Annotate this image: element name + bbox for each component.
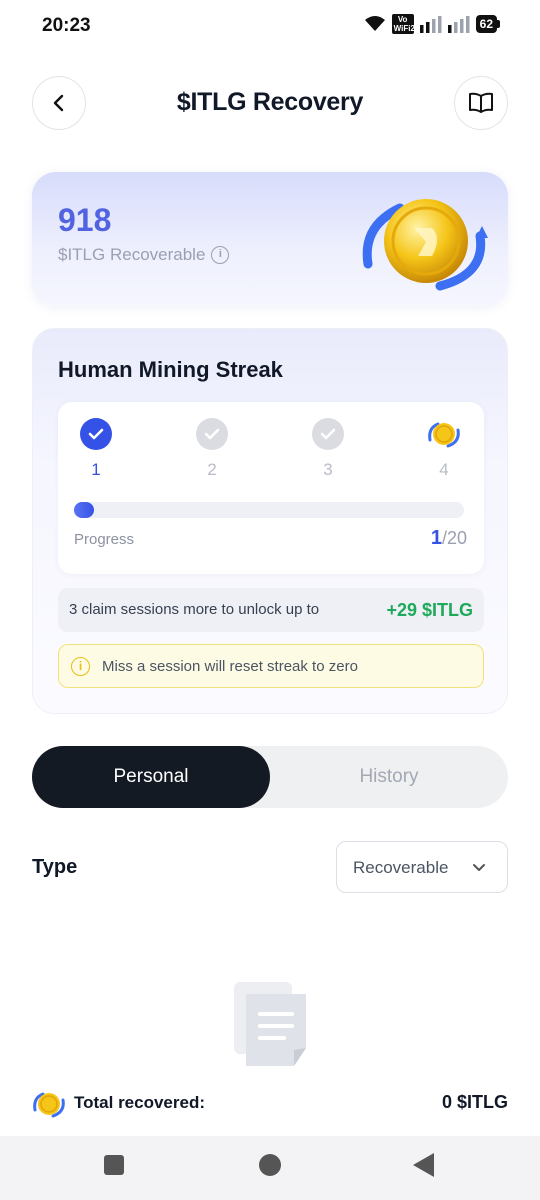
signal-icon [419,16,442,33]
status-bar: 20:23 Vo WiFi2 62 [0,0,540,52]
check-icon [196,418,228,450]
streak-progress-bar [74,502,464,518]
streak-progress-fill [74,502,94,518]
system-nav-bar [0,1136,540,1200]
volte-line2: WiFi2 [393,24,415,33]
streak-warning: i Miss a session will reset streak to ze… [58,644,484,688]
wifi-icon [364,16,385,31]
chevron-down-icon [473,864,485,871]
status-icons: Vo WiFi2 62 [364,14,500,34]
unlock-reward: +29 $ITLG [386,600,473,620]
check-icon [312,418,344,450]
coin-icon [33,1092,65,1118]
volte-badge: Vo WiFi2 [391,14,415,34]
chevron-left-icon [53,94,64,112]
total-value: 0 $ITLG [441,1092,508,1112]
step-number: 1 [91,460,101,479]
total-recovered-row: Total recovered: 0 $ITLG [0,1082,540,1126]
recoverable-label: $ITLG Recoverable [58,245,206,264]
unlock-text: 3 claim sessions more to unlock up to [69,601,320,618]
tab-personal[interactable]: Personal [32,746,270,808]
progress-value: 1/20 [431,527,467,550]
coin-recovery-icon [362,199,488,291]
progress-label: Progress [74,531,135,548]
page-title: $ITLG Recovery [176,88,364,116]
step-number: 3 [323,460,333,479]
streak-step-1: 1 [76,418,116,480]
recents-icon[interactable] [104,1155,124,1175]
progress-current: 1 [430,527,442,549]
signal-icon-2 [447,16,470,33]
streak-step-2: 2 [192,418,232,480]
battery-icon: 62 [475,15,500,33]
progress-total: /20 [441,528,467,548]
tab-switcher: Personal History [32,746,508,808]
recoverable-card: 918 $ITLG Recoverable i [32,172,508,306]
back-button[interactable] [32,76,86,130]
tab-history[interactable]: History [270,746,508,808]
check-icon [80,418,112,450]
type-label: Type [32,856,78,878]
streak-step-4: 4 [424,418,464,480]
home-icon[interactable] [259,1154,281,1176]
guide-button[interactable] [454,76,508,130]
streak-title: Human Mining Streak [58,357,283,382]
step-number: 4 [439,460,449,479]
recoverable-label-row: $ITLG Recoverable i [58,245,230,265]
battery-tip [497,20,500,28]
type-dropdown[interactable]: Recoverable [336,841,508,893]
warning-text: Miss a session will reset streak to zero [102,658,358,675]
coin-reward-icon [428,422,460,448]
back-triangle-icon[interactable] [413,1153,434,1177]
type-dropdown-value: Recoverable [353,858,449,877]
warning-icon: i [71,657,90,676]
battery-level: 62 [475,15,497,33]
empty-document-icon [234,982,306,1066]
streak-step-3: 3 [308,418,348,480]
recoverable-amount: 918 [58,202,112,238]
total-label: Total recovered: [74,1093,206,1112]
volte-line1: Vo [397,15,408,24]
streak-card: Human Mining Streak 1 2 3 4 Progress 1/2… [32,328,508,714]
streak-steps-panel: 1 2 3 4 Progress 1/20 [58,402,484,574]
unlock-info-row: 3 claim sessions more to unlock up to +2… [58,588,484,632]
step-number: 2 [207,460,217,479]
info-icon[interactable]: i [211,246,230,264]
book-icon [469,92,493,113]
status-time: 20:23 [42,15,91,36]
